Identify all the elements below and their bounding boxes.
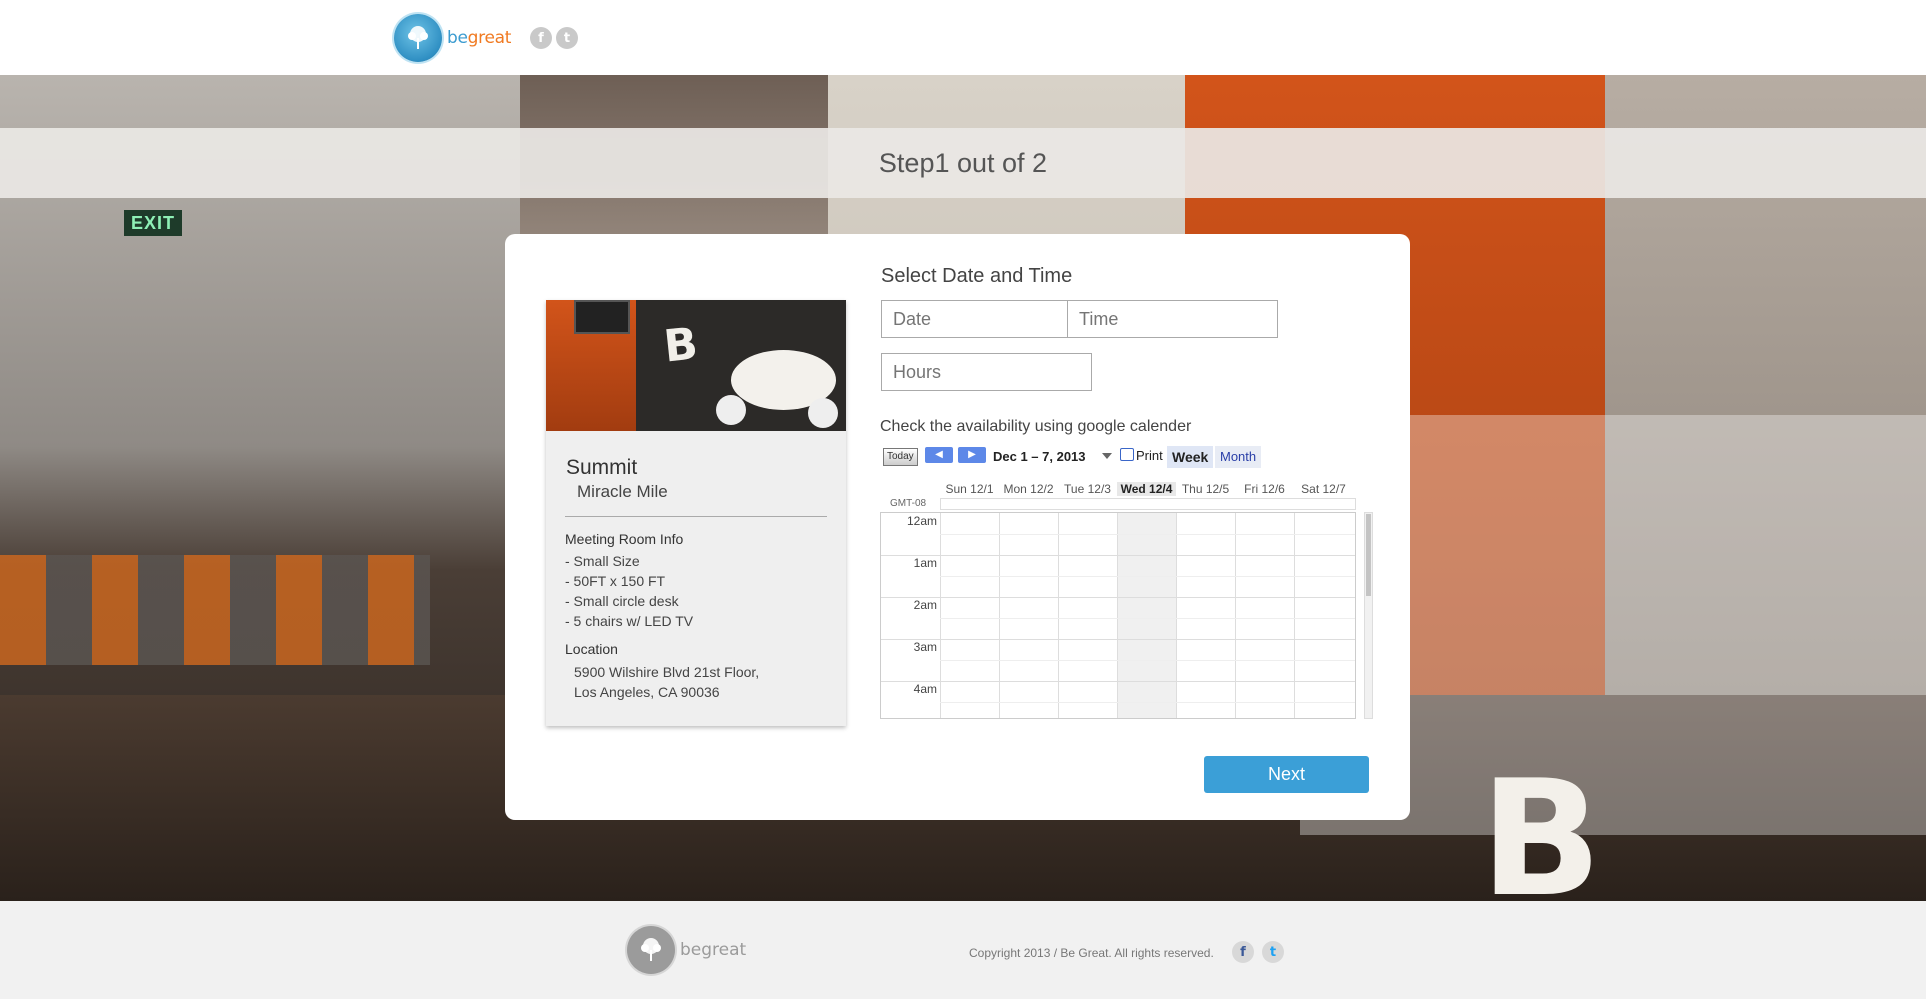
room-photo: B xyxy=(546,300,846,431)
time-grid[interactable]: 12am 1am 2am 3am 4am xyxy=(880,512,1356,719)
twitter-icon[interactable]: t xyxy=(1262,941,1284,963)
time-field[interactable] xyxy=(1067,300,1278,338)
info-list: - Small Size - 50FT x 150 FT - Small cir… xyxy=(565,551,693,631)
facebook-icon[interactable]: f xyxy=(530,27,552,49)
scrollbar-thumb[interactable] xyxy=(1366,514,1371,596)
hours-field[interactable] xyxy=(881,353,1092,391)
day-header: Sat 12/7 xyxy=(1301,482,1346,496)
timezone-label: GMT-08 xyxy=(890,498,927,509)
availability-text: Check the availability using google cale… xyxy=(880,418,1192,435)
step-indicator: Step1 out of 2 xyxy=(0,128,1926,198)
chevron-down-icon[interactable] xyxy=(1102,453,1112,459)
facebook-icon[interactable]: f xyxy=(1232,941,1254,963)
list-item: - 5 chairs w/ LED TV xyxy=(565,613,694,629)
location-heading: Location xyxy=(565,641,618,657)
address: 5900 Wilshire Blvd 21st Floor, Los Angel… xyxy=(574,662,759,702)
header-social: f t xyxy=(530,27,578,49)
tab-month[interactable]: Month xyxy=(1215,446,1262,468)
brand-logo[interactable]: begreat xyxy=(394,14,511,62)
brand-name: begreat xyxy=(447,28,512,48)
hour-label: 1am xyxy=(913,556,937,570)
hour-label: 2am xyxy=(913,598,937,612)
day-header: Sun 12/1 xyxy=(945,482,994,496)
date-field[interactable] xyxy=(881,300,1092,338)
day-header: Thu 12/5 xyxy=(1181,482,1230,496)
day-header: Mon 12/2 xyxy=(1003,482,1054,496)
site-footer: begreat Copyright 2013 / Be Great. All r… xyxy=(0,901,1926,999)
footer-logo[interactable]: begreat xyxy=(627,926,746,974)
site-header: begreat f t xyxy=(0,0,1926,75)
day-header-today: Wed 12/4 xyxy=(1117,482,1176,496)
room-name: Summit xyxy=(566,456,638,479)
info-heading: Meeting Room Info xyxy=(565,531,684,547)
booking-card: B Summit Miracle Mile Meeting Room Info … xyxy=(505,234,1410,820)
today-column xyxy=(1118,513,1177,718)
calendar-toolbar: Today ◀ ▶ Dec 1 – 7, 2013 Print Week Mon… xyxy=(880,446,1373,468)
twitter-icon[interactable]: t xyxy=(556,27,578,49)
address-line-2: Los Angeles, CA 90036 xyxy=(574,684,720,700)
next-week-icon[interactable]: ▶ xyxy=(958,447,986,463)
all-day-row[interactable] xyxy=(940,498,1356,510)
hour-label: 12am xyxy=(906,514,937,528)
calendar-scrollbar[interactable] xyxy=(1364,512,1373,719)
hour-label: 3am xyxy=(913,640,937,654)
next-button[interactable]: Next xyxy=(1204,756,1369,793)
tree-logo-icon xyxy=(394,14,442,62)
room-location-name: Miracle Mile xyxy=(577,482,668,501)
address-line-1: 5900 Wilshire Blvd 21st Floor, xyxy=(574,664,760,680)
day-header: Fri 12/6 xyxy=(1244,482,1285,496)
date-range: Dec 1 – 7, 2013 xyxy=(993,449,1086,464)
list-item: - Small Size xyxy=(565,553,640,569)
divider xyxy=(565,516,827,517)
tree-logo-icon xyxy=(627,926,675,974)
printer-icon xyxy=(1120,448,1134,461)
room-info-panel: B Summit Miracle Mile Meeting Room Info … xyxy=(546,300,846,726)
today-button[interactable]: Today xyxy=(883,448,918,466)
prev-week-icon[interactable]: ◀ xyxy=(925,447,953,463)
copyright-text: Copyright 2013 / Be Great. All rights re… xyxy=(969,946,1214,960)
google-calendar-embed: Today ◀ ▶ Dec 1 – 7, 2013 Print Week Mon… xyxy=(880,446,1373,731)
hour-label: 4am xyxy=(913,682,937,696)
footer-social: f t xyxy=(1232,941,1284,963)
day-header: Tue 12/3 xyxy=(1064,482,1111,496)
exit-sign: EXIT xyxy=(124,210,182,236)
list-item: - 50FT x 150 FT xyxy=(565,573,666,589)
print-button[interactable]: Print xyxy=(1120,448,1163,463)
footer-brand-name: begreat xyxy=(680,940,747,960)
form-title: Select Date and Time xyxy=(881,265,1073,287)
tab-week[interactable]: Week xyxy=(1167,446,1214,468)
list-item: - Small circle desk xyxy=(565,593,679,609)
